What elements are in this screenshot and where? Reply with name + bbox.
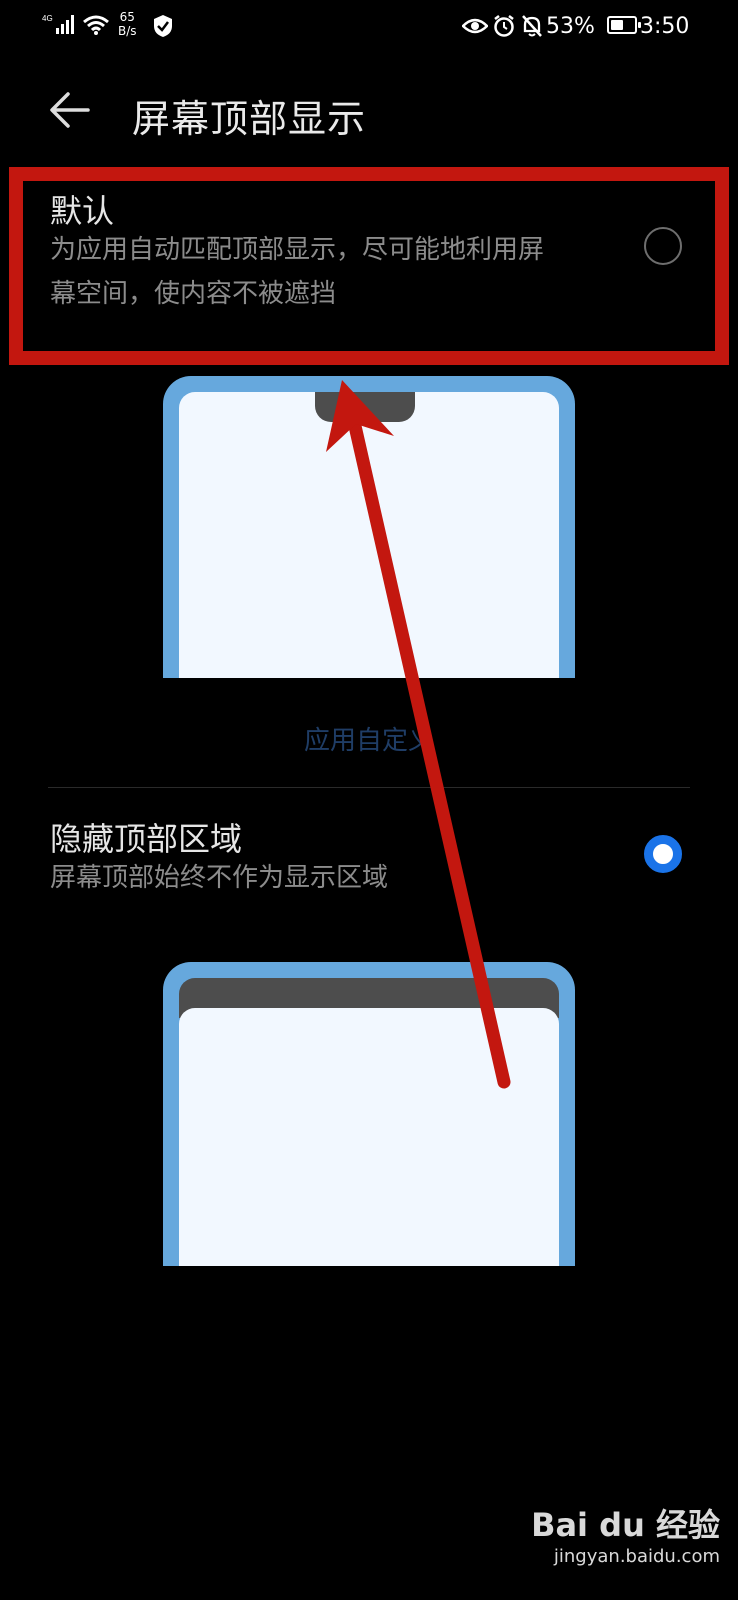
- watermark-url: jingyan.baidu.com: [553, 1546, 720, 1567]
- baidu-watermark: Bai du 经验 jingyan.baidu.com: [531, 1500, 720, 1567]
- watermark-brand: Bai du 经验: [531, 1506, 720, 1544]
- annotation-arrow: [326, 380, 511, 1089]
